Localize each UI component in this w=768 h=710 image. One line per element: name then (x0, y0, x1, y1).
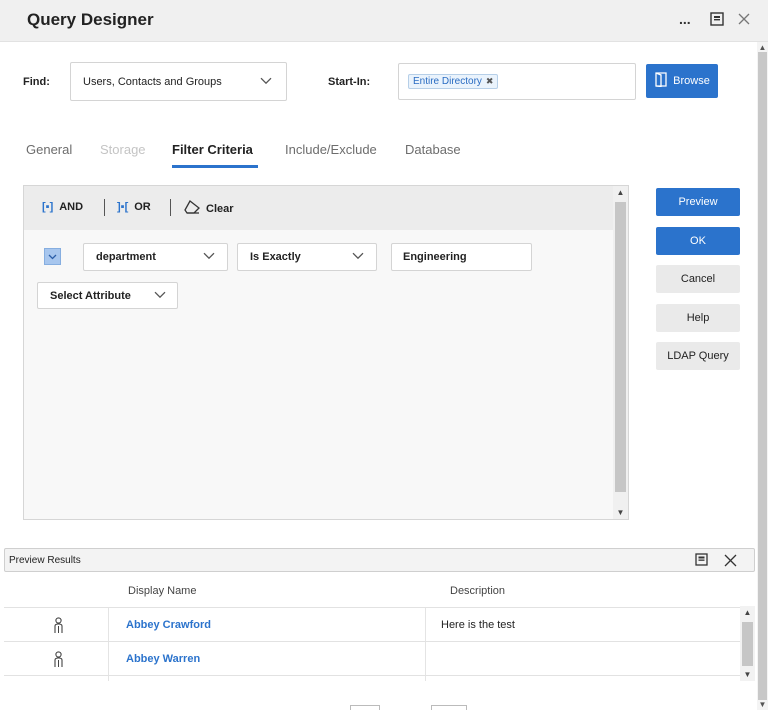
toolbar-divider (104, 199, 105, 216)
filter-panel: [▪] AND ]▪[ OR Clear ▲ ▼ department Is Exa… (23, 185, 629, 520)
find-select[interactable]: Users, Contacts and Groups (70, 62, 287, 101)
chevron-down-icon (203, 252, 215, 260)
or-label: OR (134, 201, 151, 213)
column-header-display-name[interactable]: Display Name (128, 585, 196, 597)
results-scrollbar[interactable]: ▲ ▼ (740, 606, 755, 681)
criteria-value-input[interactable]: Engineering (391, 243, 532, 271)
window-scroll-thumb[interactable] (758, 52, 767, 700)
cell-divider (108, 608, 109, 641)
display-name-link[interactable]: Abbey Warren (126, 653, 200, 665)
browse-label: Browse (673, 75, 710, 87)
filter-scrollbar[interactable]: ▲ ▼ (613, 186, 628, 519)
criteria-value: Engineering (403, 251, 467, 263)
display-name-link[interactable]: Abbey Crawford (126, 619, 211, 631)
ok-button[interactable]: OK (656, 227, 740, 255)
and-label: AND (59, 201, 84, 213)
or-button[interactable]: ]▪[ OR (117, 201, 151, 213)
user-icon (53, 651, 64, 671)
help-button[interactable]: Help (656, 304, 740, 332)
scroll-up-icon[interactable]: ▲ (740, 608, 755, 617)
scroll-up-icon[interactable]: ▲ (757, 43, 768, 52)
clear-label: Clear (206, 203, 234, 215)
more-options-button[interactable]: ... (679, 9, 691, 29)
table-row[interactable]: Abbey Warren (4, 641, 740, 675)
preview-button[interactable]: Preview (656, 188, 740, 216)
cancel-button[interactable]: Cancel (656, 265, 740, 293)
cell-divider (425, 642, 426, 675)
preview-results-title: Preview Results (9, 555, 81, 566)
filter-scroll-thumb[interactable] (615, 202, 626, 492)
user-icon (53, 617, 64, 637)
tab-storage: Storage (100, 142, 146, 157)
folder-icon (654, 72, 668, 90)
cell-divider (425, 676, 426, 681)
scroll-up-icon[interactable]: ▲ (613, 188, 628, 197)
restore-icon[interactable] (695, 553, 708, 569)
and-button[interactable]: [▪] AND (42, 201, 83, 213)
scroll-down-icon[interactable]: ▼ (613, 508, 628, 517)
window-title: Query Designer (27, 10, 154, 29)
chevron-down-icon (154, 291, 166, 299)
cell-divider (108, 676, 109, 681)
preview-results-header: Preview Results (4, 548, 755, 572)
cell-divider (425, 608, 426, 641)
table-row (4, 675, 740, 681)
window-scrollbar[interactable]: ▲ ▼ (757, 42, 768, 710)
tab-database[interactable]: Database (405, 142, 461, 157)
browse-button[interactable]: Browse (646, 64, 718, 98)
filter-toolbar: [▪] AND ]▪[ OR Clear (24, 186, 613, 230)
chevron-down-icon (352, 252, 364, 260)
criteria-checkbox[interactable] (44, 248, 61, 265)
table-row[interactable]: Abbey Crawford Here is the test (4, 607, 740, 641)
tab-general[interactable]: General (26, 142, 72, 157)
start-in-tag-label: Entire Directory (413, 76, 482, 87)
tag-remove-icon[interactable]: ✖ (486, 76, 494, 86)
tab-include-exclude[interactable]: Include/Exclude (285, 142, 377, 157)
close-icon[interactable] (737, 11, 751, 31)
active-tab-indicator (172, 165, 258, 168)
ldap-query-button[interactable]: LDAP Query (656, 342, 740, 370)
start-in-label: Start-In: (328, 76, 371, 88)
page-number-input[interactable] (350, 705, 380, 710)
cell-divider (108, 642, 109, 675)
toolbar-divider (170, 199, 171, 216)
select-attribute-dropdown[interactable]: Select Attribute (37, 282, 178, 309)
scroll-down-icon[interactable]: ▼ (740, 670, 755, 679)
scroll-down-icon[interactable]: ▼ (757, 700, 768, 709)
column-header-description[interactable]: Description (450, 585, 505, 597)
select-attribute-label: Select Attribute (50, 289, 131, 302)
title-bar: Query Designer ... (0, 0, 768, 42)
chevron-down-icon (48, 254, 57, 259)
operator-select[interactable]: Is Exactly (237, 243, 377, 271)
or-group-icon: ]▪[ (117, 201, 129, 213)
attribute-value: department (96, 251, 156, 263)
operator-value: Is Exactly (250, 251, 301, 263)
restore-icon[interactable] (710, 11, 724, 31)
tab-filter-criteria[interactable]: Filter Criteria (172, 142, 253, 157)
clear-button[interactable]: Clear (184, 200, 234, 218)
results-scroll-thumb[interactable] (742, 622, 753, 666)
close-icon[interactable] (724, 554, 737, 570)
description-cell: Here is the test (441, 619, 515, 631)
attribute-select[interactable]: department (83, 243, 228, 271)
and-group-icon: [▪] (42, 201, 54, 213)
eraser-icon (184, 200, 201, 218)
find-label: Find: (23, 76, 50, 88)
start-in-tag: Entire Directory ✖ (408, 74, 499, 89)
page-size-input[interactable] (431, 705, 467, 710)
chevron-down-icon (260, 77, 272, 85)
find-value: Users, Contacts and Groups (83, 75, 222, 88)
